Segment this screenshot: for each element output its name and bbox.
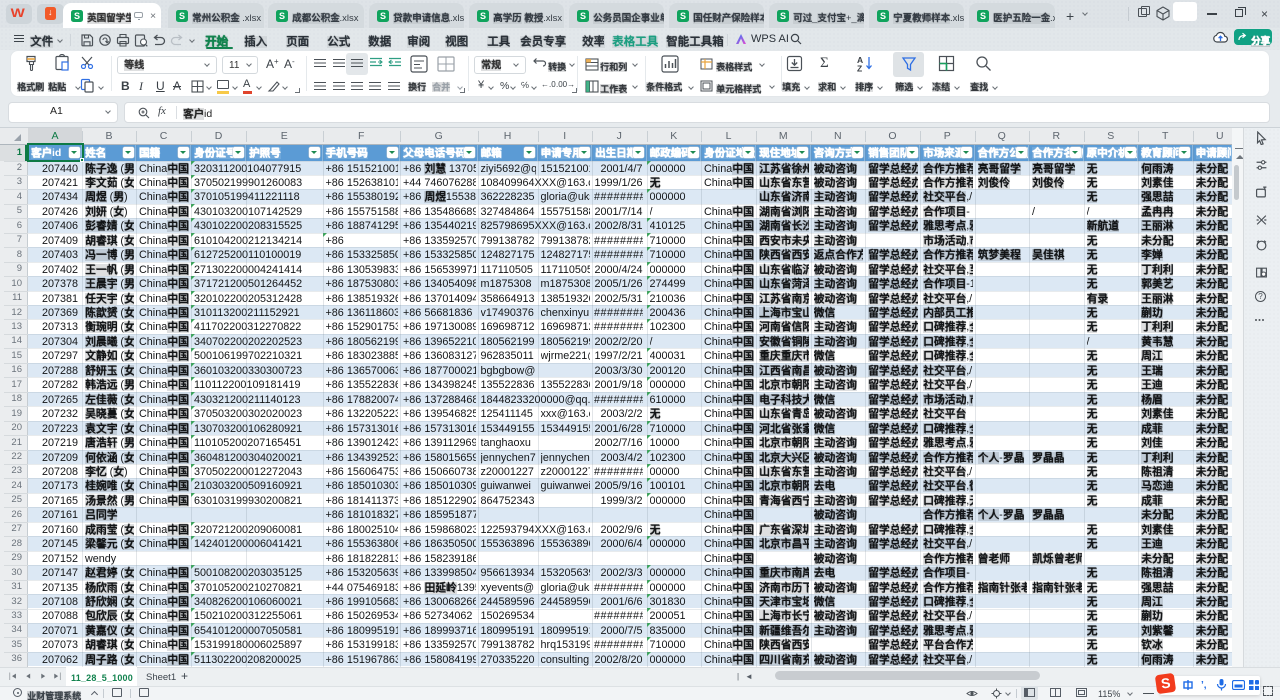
svg-text:Z: Z [857,64,862,73]
